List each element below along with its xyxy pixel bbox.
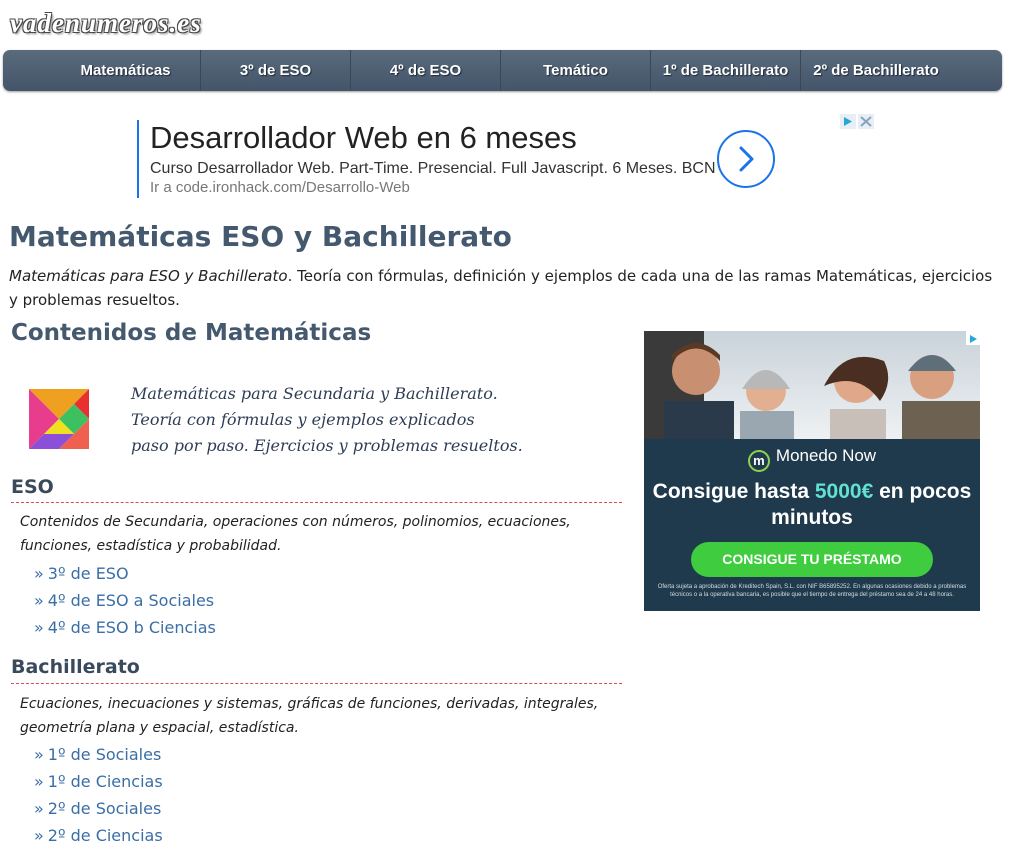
link-label[interactable]: 2º de Ciencias: [48, 826, 163, 845]
tangram-icon: [29, 389, 89, 449]
section-divider: [11, 502, 622, 503]
script-line: Teoría con fórmulas y ejemplos explicado…: [131, 410, 475, 429]
link-label[interactable]: 1º de Sociales: [48, 745, 162, 764]
link-2-sociales[interactable]: » 2º de Sociales: [34, 799, 161, 818]
link-label[interactable]: 2º de Sociales: [48, 799, 162, 818]
link-1-ciencias[interactable]: » 1º de Ciencias: [34, 772, 163, 791]
ad-brand-name: Monedo Now: [775, 446, 877, 465]
link-marker: »: [34, 618, 44, 637]
nav-item-4-eso[interactable]: 4º de ESO: [351, 50, 501, 91]
chevron-right-icon: [739, 146, 754, 172]
link-marker: »: [34, 799, 44, 818]
nav-item-tematico[interactable]: Temático: [501, 50, 651, 91]
link-marker: »: [34, 591, 44, 610]
link-label[interactable]: 1º de Ciencias: [48, 772, 163, 791]
nav-item-matematicas[interactable]: Matemáticas: [3, 50, 201, 91]
script-line: Matemáticas para Secundaria y Bachillera…: [131, 384, 498, 403]
nav-item-3-eso[interactable]: 3º de ESO: [201, 50, 351, 91]
monedo-logo: m: [747, 450, 770, 472]
ad-url[interactable]: Ir a code.ironhack.com/Desarrollo-Web: [150, 179, 410, 196]
ad-headline-amount: 5000€: [814, 480, 874, 503]
link-label[interactable]: 3º de ESO: [48, 564, 129, 583]
ad-arrow-button[interactable]: [717, 130, 775, 188]
adchoices-icon[interactable]: [966, 331, 980, 345]
nav-item-1-bachillerato[interactable]: 1º de Bachillerato: [651, 50, 801, 91]
ad-title[interactable]: Desarrollador Web en 6 meses: [150, 120, 577, 156]
ad-headline-before: Consigue hasta: [652, 480, 815, 503]
section-description-eso: Contenidos de Secundaria, operaciones co…: [20, 514, 571, 554]
text-ad[interactable]: Desarrollador Web en 6 meses Curso Desar…: [137, 120, 875, 198]
ad-photo: [644, 331, 980, 439]
link-marker: »: [34, 745, 44, 764]
link-1-sociales[interactable]: » 1º de Sociales: [34, 745, 161, 764]
script-line: paso por paso. Ejercicios y problemas re…: [131, 436, 523, 455]
main-nav: Matemáticas 3º de ESO 4º de ESO Temático…: [3, 50, 1002, 91]
ad-cta-button[interactable]: CONSIGUE TU PRÉSTAMO: [691, 542, 933, 577]
ad-headline: Consigue hasta 5000€ en pocos minutos: [644, 479, 980, 531]
link-marker: »: [34, 564, 44, 583]
intro-script-text: Matemáticas para Secundaria y Bachillera…: [131, 381, 523, 459]
link-label[interactable]: 4º de ESO a Sociales: [48, 591, 214, 610]
intro-text: Matemáticas para ESO y Bachillerato. Teo…: [9, 264, 999, 312]
link-4-eso-sociales[interactable]: » 4º de ESO a Sociales: [34, 591, 214, 610]
ad-fine-print: Oferta sujeta a aprobación de Kreditech …: [657, 584, 967, 598]
adchoices-icon[interactable]: [840, 114, 874, 129]
ad-description: Curso Desarrollador Web. Part-Time. Pres…: [150, 160, 716, 177]
display-ad[interactable]: m Monedo Now Consigue hasta 5000€ en poco…: [644, 331, 980, 611]
link-4-eso-ciencias[interactable]: » 4º de ESO b Ciencias: [34, 618, 216, 637]
section-title-bachillerato: Bachillerato: [11, 656, 140, 678]
contents-title: Contenidos de Matemáticas: [11, 320, 372, 346]
site-logo[interactable]: vadenumeros.es: [10, 8, 202, 39]
section-divider: [11, 683, 622, 684]
link-marker: »: [34, 826, 44, 845]
link-2-ciencias[interactable]: » 2º de Ciencias: [34, 826, 163, 845]
section-description-bachillerato: Ecuaciones, inecuaciones y sistemas, grá…: [20, 696, 599, 736]
section-title-eso: ESO: [11, 476, 54, 498]
intro-emphasis: Matemáticas para ESO y Bachillerato: [9, 267, 288, 285]
link-marker: »: [34, 772, 44, 791]
ad-brand: m Monedo Now: [644, 446, 980, 472]
page-title: Matemáticas ESO y Bachillerato: [9, 220, 512, 253]
link-label[interactable]: 4º de ESO b Ciencias: [48, 618, 216, 637]
nav-item-2-bachillerato[interactable]: 2º de Bachillerato: [801, 50, 951, 91]
link-3-eso[interactable]: » 3º de ESO: [34, 564, 129, 583]
